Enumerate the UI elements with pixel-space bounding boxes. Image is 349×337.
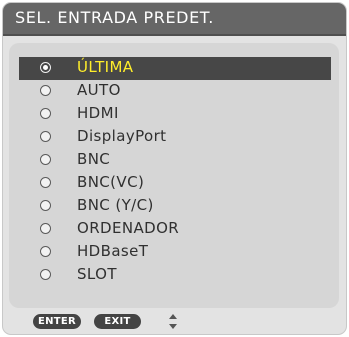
option-bnc-vc[interactable]: BNC(VC): [19, 172, 331, 195]
option-displayport[interactable]: DisplayPort: [19, 126, 331, 149]
option-slot[interactable]: SLOT: [19, 264, 331, 287]
radio-button[interactable]: [40, 269, 51, 280]
option-label: HDBaseT: [77, 242, 149, 260]
radio-button[interactable]: [40, 246, 51, 257]
option-label: BNC: [77, 150, 111, 168]
option-label: SLOT: [77, 265, 117, 283]
radio-button[interactable]: [40, 177, 51, 188]
input-options-list: ÚLTIMA AUTO HDMI DisplayPort BNC BNC(VC): [19, 57, 331, 287]
exit-key-hint[interactable]: EXIT: [94, 314, 141, 329]
option-label: AUTO: [77, 81, 121, 99]
radio-button[interactable]: [40, 131, 51, 142]
option-label: BNC(VC): [77, 173, 145, 191]
default-input-select-dialog: SEL. ENTRADA PREDET. ÚLTIMA AUTO HDMI Di…: [2, 2, 347, 335]
radio-button[interactable]: [40, 108, 51, 119]
option-label: ORDENADOR: [77, 219, 180, 237]
enter-key-hint[interactable]: ENTER: [33, 314, 81, 329]
option-ordenador[interactable]: ORDENADOR: [19, 218, 331, 241]
option-ultima[interactable]: ÚLTIMA: [19, 57, 331, 80]
radio-button[interactable]: [40, 154, 51, 165]
option-hdbaset[interactable]: HDBaseT: [19, 241, 331, 264]
radio-button[interactable]: [40, 62, 51, 73]
radio-button[interactable]: [40, 200, 51, 211]
option-label: DisplayPort: [77, 127, 167, 145]
option-label: HDMI: [77, 104, 119, 122]
option-label: ÚLTIMA: [77, 58, 134, 76]
dialog-title: SEL. ENTRADA PREDET.: [15, 8, 214, 27]
radio-selected-dot: [43, 65, 48, 70]
input-options-panel: ÚLTIMA AUTO HDMI DisplayPort BNC BNC(VC): [9, 43, 339, 308]
up-down-arrows-icon: [169, 314, 177, 329]
radio-button[interactable]: [40, 85, 51, 96]
key-guide-footer: ENTER EXIT: [3, 310, 346, 334]
radio-button[interactable]: [40, 223, 51, 234]
option-hdmi[interactable]: HDMI: [19, 103, 331, 126]
option-bnc[interactable]: BNC: [19, 149, 331, 172]
option-label: BNC (Y/C): [77, 196, 154, 214]
option-bnc-yc[interactable]: BNC (Y/C): [19, 195, 331, 218]
option-auto[interactable]: AUTO: [19, 80, 331, 103]
dialog-title-bar: SEL. ENTRADA PREDET.: [3, 3, 346, 36]
